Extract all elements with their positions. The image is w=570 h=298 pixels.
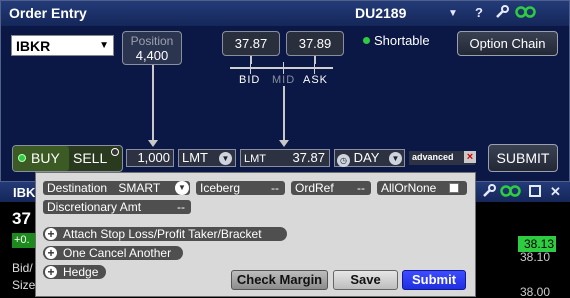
- discretionary-label: Discretionary Amt: [47, 200, 142, 214]
- option-chain-button[interactable]: Option Chain: [457, 31, 558, 56]
- panel-submit-button[interactable]: Submit: [402, 270, 466, 290]
- plus-icon: +: [45, 247, 57, 259]
- position-value: 4,400: [135, 48, 169, 63]
- buy-button[interactable]: BUY: [13, 146, 69, 171]
- symbol-value: IBKR: [16, 38, 51, 54]
- ask-price-button[interactable]: 37.89: [286, 31, 344, 56]
- order-entry-window: Order Entry DU2189 ▼ ? IBKR ▼ Position 4…: [0, 0, 570, 182]
- clock-icon: ◷: [337, 154, 350, 167]
- arrow-down-icon: [279, 140, 289, 147]
- account-selector[interactable]: DU2189: [355, 5, 406, 21]
- destination-value: SMART: [118, 181, 161, 195]
- maximize-icon[interactable]: [529, 185, 541, 200]
- allornone-label: AllOrNone: [381, 181, 437, 195]
- sell-label: SELL: [73, 150, 108, 166]
- oca-label: One Cancel Another: [63, 246, 172, 260]
- position-label: Position: [130, 34, 174, 48]
- destination-select[interactable]: Destination SMART ▼: [43, 181, 190, 195]
- chevron-down-icon[interactable]: ▼: [99, 40, 109, 51]
- mid-label: MID: [272, 74, 296, 86]
- ordref-value: --: [357, 181, 365, 195]
- oca-expander[interactable]: + One Cancel Another: [43, 246, 183, 260]
- shortable-label: Shortable: [374, 33, 430, 48]
- market-change: +0.: [12, 233, 37, 248]
- iceberg-label: Iceberg: [200, 181, 241, 195]
- checkbox-icon[interactable]: [449, 183, 459, 193]
- tif-value: DAY: [353, 150, 380, 165]
- scale-tick: [314, 62, 315, 74]
- buy-sell-toggle[interactable]: BUY SELL: [12, 145, 123, 172]
- sell-indicator-icon: [111, 148, 119, 156]
- position-box[interactable]: Position 4,400: [122, 31, 182, 65]
- iceberg-value: --: [271, 181, 279, 195]
- link-icon[interactable]: [515, 5, 537, 22]
- bid-price-button[interactable]: 37.87: [222, 31, 280, 56]
- ordref-label: OrdRef: [295, 181, 334, 195]
- wrench-icon[interactable]: [482, 184, 496, 201]
- limit-label: LMT: [244, 153, 266, 165]
- attach-stop-label: Attach Stop Loss/Profit Taker/Bracket: [63, 227, 262, 241]
- limit-price-field[interactable]: LMT 37.87: [240, 149, 330, 167]
- price-scale: [230, 67, 333, 69]
- destination-label: Destination: [47, 181, 108, 195]
- wrench-icon[interactable]: [495, 5, 509, 22]
- all-or-none-checkbox[interactable]: AllOrNone: [377, 181, 467, 195]
- title-bar: Order Entry DU2189 ▼ ?: [1, 1, 569, 26]
- help-icon[interactable]: ?: [475, 5, 483, 20]
- iceberg-field[interactable]: Iceberg --: [196, 181, 285, 195]
- market-price: 37: [12, 209, 31, 228]
- bid-size-label: Bid/: [12, 261, 33, 275]
- chevron-down-icon[interactable]: ▼: [175, 181, 189, 195]
- shortable-indicator: Shortable: [363, 33, 430, 48]
- attach-stop-expander[interactable]: + Attach Stop Loss/Profit Taker/Bracket: [43, 227, 287, 241]
- mid-connector: [283, 86, 285, 141]
- market-symbol: IBK: [13, 185, 36, 200]
- check-margin-button[interactable]: Check Margin: [231, 270, 328, 290]
- arrow-down-icon: [148, 140, 158, 147]
- quantity-field[interactable]: 1,000: [126, 149, 174, 167]
- status-dot-icon: [363, 37, 370, 44]
- link-icon[interactable]: [500, 184, 522, 201]
- bid-label: BID: [239, 74, 261, 86]
- scale-tick: [250, 62, 251, 74]
- discretionary-value: --: [177, 200, 185, 214]
- size-label: Size: [12, 278, 36, 292]
- hedge-expander[interactable]: + Hedge: [43, 265, 106, 279]
- symbol-input[interactable]: IBKR ▼: [11, 35, 114, 56]
- ordref-field[interactable]: OrdRef --: [291, 181, 371, 195]
- buy-indicator-icon: [18, 154, 26, 162]
- close-icon[interactable]: ×: [464, 151, 476, 163]
- buy-label: BUY: [31, 150, 60, 166]
- plus-icon: +: [45, 266, 57, 278]
- chevron-down-icon[interactable]: ▼: [389, 152, 402, 165]
- dropdown-icon[interactable]: ▼: [448, 8, 458, 19]
- ladder-price[interactable]: 38.00: [520, 285, 550, 298]
- plus-icon: +: [45, 228, 57, 240]
- scale-tick: [283, 62, 284, 74]
- sell-button[interactable]: SELL: [71, 146, 115, 171]
- limit-price-value: 37.87: [292, 150, 325, 165]
- discretionary-amt-field[interactable]: Discretionary Amt --: [43, 200, 191, 214]
- window-title: Order Entry: [9, 5, 87, 21]
- order-type-value: LMT: [182, 150, 208, 165]
- save-button[interactable]: Save: [333, 270, 398, 290]
- ask-label: ASK: [303, 74, 329, 86]
- chevron-down-icon[interactable]: ▼: [219, 152, 232, 165]
- hedge-label: Hedge: [63, 265, 99, 279]
- order-type-select[interactable]: LMT ▼: [178, 149, 236, 167]
- close-icon[interactable]: ✕: [550, 184, 561, 200]
- position-connector: [152, 65, 154, 141]
- ladder-price[interactable]: 38.10: [520, 250, 550, 264]
- submit-button[interactable]: SUBMIT: [488, 144, 558, 172]
- tif-select[interactable]: ◷ DAY ▼: [334, 149, 405, 167]
